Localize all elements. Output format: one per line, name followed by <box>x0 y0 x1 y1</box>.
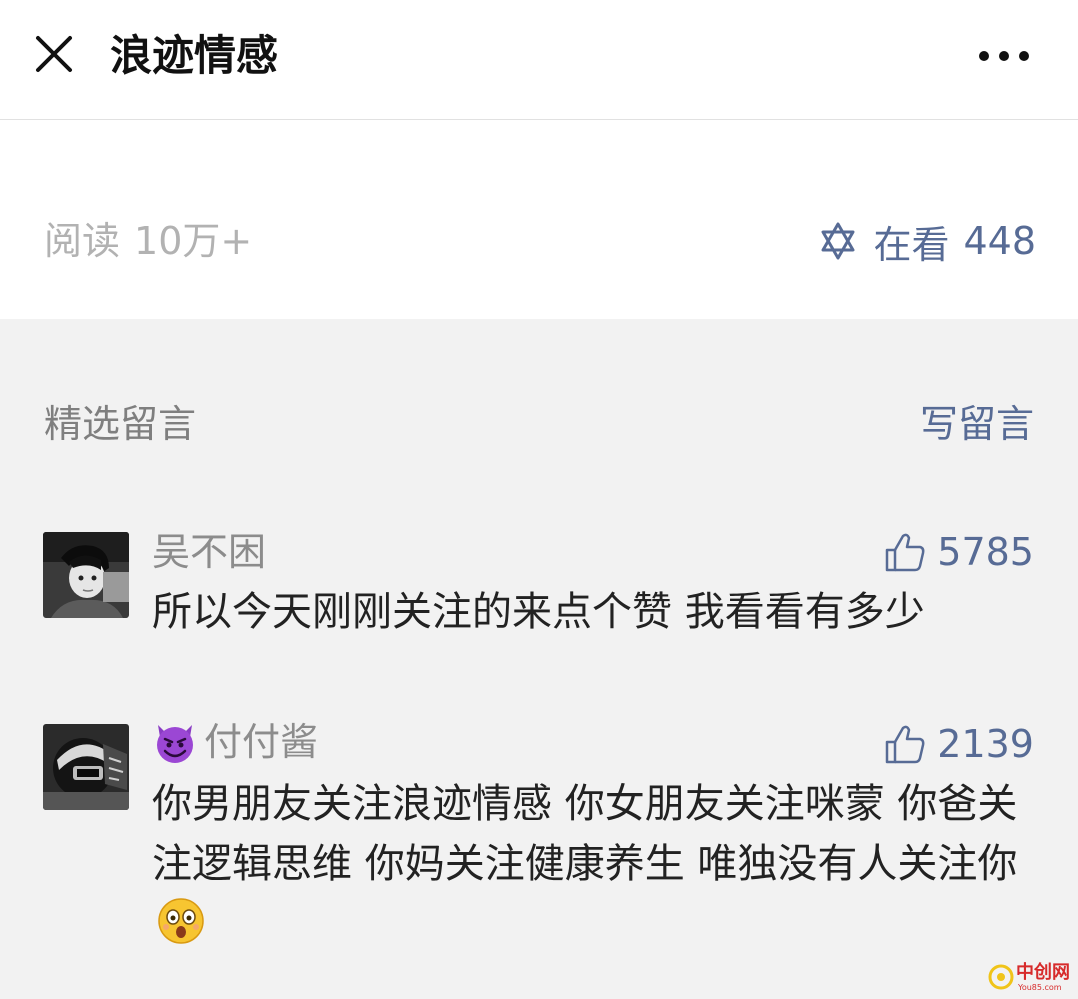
watermark-text: 中创网 <box>1016 961 1070 983</box>
nickname-text: 吴不困 <box>152 530 267 574</box>
watermark-logo: 中创网 You85.com <box>988 959 1072 995</box>
read-count: 阅读 10万+ <box>44 217 252 265</box>
more-dots-icon[interactable] <box>972 36 1036 76</box>
article-stats-bar: 阅读 10万+ 在看 448 <box>0 120 1078 319</box>
featured-comments-title: 精选留言 <box>44 402 197 446</box>
flushed-face-emoji <box>158 898 204 944</box>
thumbs-up-icon <box>886 533 925 572</box>
smiling-devil-emoji <box>157 725 193 763</box>
watching-value: 448 <box>963 219 1036 263</box>
nickname-text: 付付酱 <box>204 720 319 764</box>
watermark-badge-icon <box>988 964 1014 990</box>
comment-content: 你男朋友关注浪迹情感 你女朋友关注咪蒙 你爸关注逻辑思维 你妈关注健康养生 唯独… <box>152 774 1038 954</box>
read-value: 10万+ <box>134 219 253 263</box>
watermark-subtext: You85.com <box>1018 982 1062 992</box>
top-nav-bar: 浪迹情感 <box>0 0 1078 120</box>
write-comment-link[interactable]: 写留言 <box>920 400 1034 448</box>
comment-nickname: 吴不困 <box>152 528 266 576</box>
avatar[interactable] <box>43 532 129 618</box>
watching-button[interactable]: 在看 448 <box>817 217 1036 267</box>
comment-content: 所以今天刚刚关注的来点个赞 我看看有多少 <box>152 582 1038 642</box>
close-icon[interactable] <box>28 28 80 80</box>
comment-text: 你男朋友关注浪迹情感 你女朋友关注咪蒙 你爸关注逻辑思维 你妈关注健康养生 唯独… <box>152 781 1018 887</box>
star-of-david-icon <box>821 222 855 260</box>
avatar[interactable] <box>43 724 129 810</box>
like-button[interactable]: 5785 <box>883 528 1034 576</box>
thumbs-up-icon <box>886 725 925 764</box>
like-count: 5785 <box>937 530 1034 574</box>
read-label: 阅读 <box>44 219 121 263</box>
comment-nickname: 付付酱 <box>152 718 318 766</box>
comment-text: 所以今天刚刚关注的来点个赞 我看看有多少 <box>152 589 925 635</box>
watching-label: 在看 <box>873 222 950 267</box>
like-button[interactable]: 2139 <box>883 720 1034 768</box>
page-title: 浪迹情感 <box>110 31 279 80</box>
like-count: 2139 <box>937 722 1034 766</box>
